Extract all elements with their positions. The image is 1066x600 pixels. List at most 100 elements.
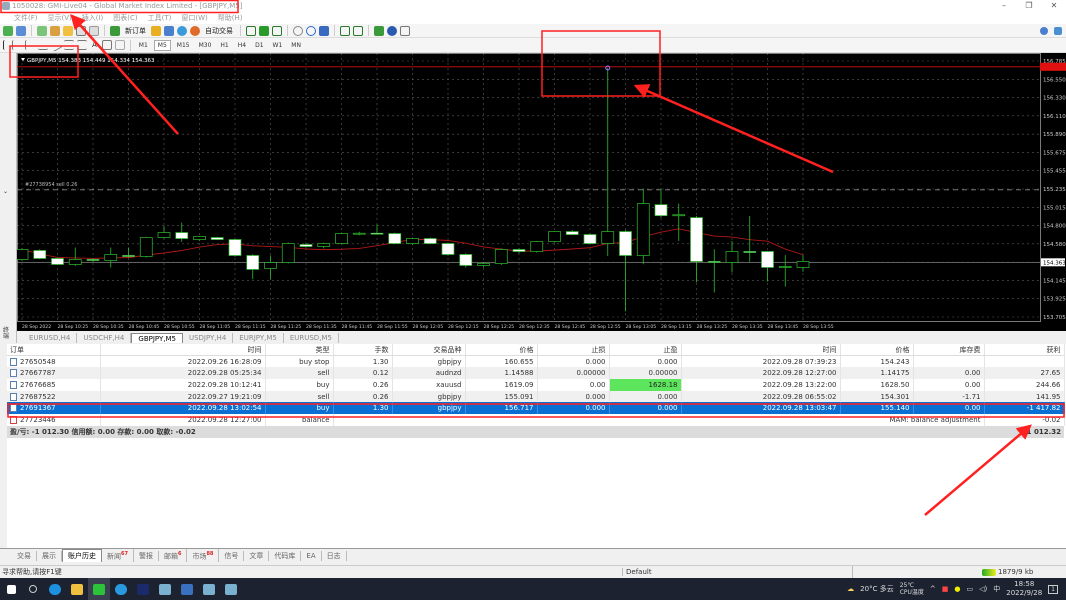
- col-lots[interactable]: 手数: [333, 344, 393, 357]
- menu-window[interactable]: 窗口(W): [181, 13, 207, 23]
- vertical-line-icon[interactable]: [25, 40, 35, 50]
- col-open-time[interactable]: 时间: [100, 344, 266, 357]
- wechat-icon[interactable]: [88, 578, 110, 600]
- signals-icon[interactable]: [177, 25, 187, 36]
- trendline-icon[interactable]: [49, 38, 63, 52]
- metaeditor-icon[interactable]: [151, 25, 161, 36]
- menu-charts[interactable]: 图表(C): [113, 13, 137, 23]
- terminal-tab-4[interactable]: 警报: [134, 550, 159, 561]
- timeframe-w1[interactable]: W1: [270, 41, 286, 50]
- tray-app-icon[interactable]: ■: [942, 585, 949, 593]
- community-icon[interactable]: [164, 25, 174, 36]
- terminal-tab-11[interactable]: 日志: [322, 550, 347, 561]
- file-explorer-icon[interactable]: [66, 578, 88, 600]
- market-watch-icon[interactable]: [37, 25, 47, 36]
- col-close-time[interactable]: 时间: [681, 344, 841, 357]
- terminal-tab-8[interactable]: 文章: [244, 550, 270, 561]
- edge-icon[interactable]: [110, 578, 132, 600]
- candlestick-icon[interactable]: [259, 25, 269, 36]
- timeframe-h4[interactable]: H4: [235, 41, 249, 50]
- cursor-icon[interactable]: [3, 40, 9, 50]
- timeframe-m30[interactable]: M30: [196, 41, 215, 50]
- table-row[interactable]: 27687522 2022.09.27 19:21:09 sell 0.26 gbpjp…: [7, 390, 1065, 403]
- col-stop-loss[interactable]: 止损: [537, 344, 610, 357]
- line-chart-icon[interactable]: [272, 25, 282, 36]
- balance-row[interactable]: 27723446 2022.09.28 12:27:00 balance MAM: b…: [7, 414, 1065, 426]
- menu-view[interactable]: 显示(V): [48, 13, 72, 23]
- table-row[interactable]: 27650548 2022.09.26 16:28:09 buy stop 1.30 g…: [7, 355, 1065, 368]
- notifications-button[interactable]: 1: [1048, 584, 1058, 594]
- terminal-tab-5[interactable]: 邮箱6: [159, 549, 188, 562]
- col-close-price[interactable]: 价格: [840, 344, 914, 357]
- start-button[interactable]: [0, 578, 22, 600]
- ie-icon[interactable]: [44, 578, 66, 600]
- col-swap[interactable]: 库存费: [913, 344, 985, 357]
- timeframe-mn[interactable]: MN: [288, 41, 304, 50]
- col-profit[interactable]: 获利: [984, 344, 1065, 357]
- fibonacci-icon[interactable]: [77, 40, 87, 50]
- navigator-expand-icon[interactable]: ⌄: [3, 188, 8, 195]
- menu-tools[interactable]: 工具(T): [148, 13, 172, 23]
- maximize-button[interactable]: ❐: [1017, 0, 1041, 12]
- chart-tab-eurjpy-m5[interactable]: EURJPY,M5: [233, 333, 284, 343]
- autoscroll-icon[interactable]: [353, 25, 363, 36]
- terminal-tab-6[interactable]: 市场88: [187, 549, 220, 562]
- indicators-icon[interactable]: [374, 25, 384, 36]
- chart-tab-usdjpy-h4[interactable]: USDJPY,H4: [183, 333, 234, 343]
- terminal-app-icon-2[interactable]: [176, 578, 198, 600]
- network-icon[interactable]: ▭: [967, 585, 974, 593]
- tray-status-icon[interactable]: ●: [954, 585, 960, 593]
- timeframe-m5[interactable]: M5: [153, 39, 171, 51]
- cpu-temp-widget[interactable]: 25℃ CPU温度: [900, 582, 924, 596]
- zoom-out-icon[interactable]: [306, 25, 316, 36]
- terminal-tab-3[interactable]: 新闻67: [102, 549, 134, 562]
- volume-icon[interactable]: ◁): [979, 585, 987, 593]
- text-tool[interactable]: A: [90, 41, 99, 49]
- timeframe-m1[interactable]: M1: [136, 41, 151, 50]
- table-row[interactable]: 27676685 2022.09.28 10:12:41 buy 0.26 xauusd…: [7, 379, 1065, 391]
- terminal-app-icon-4[interactable]: [220, 578, 242, 600]
- crosshair-icon[interactable]: [12, 40, 22, 50]
- terminal-tab-10[interactable]: EA: [301, 550, 322, 561]
- mt4-icon[interactable]: [132, 578, 154, 600]
- col-symbol[interactable]: 交易品种: [392, 344, 466, 357]
- weather-text[interactable]: 20°C 多云: [860, 584, 894, 594]
- terminal-tab-7[interactable]: 信号: [219, 550, 245, 561]
- menu-insert[interactable]: 插入(I): [82, 13, 104, 23]
- chart-tab-eurusd-m5[interactable]: EURUSD,M5: [284, 333, 339, 343]
- search-icon[interactable]: [22, 578, 44, 600]
- periods-icon[interactable]: [387, 25, 397, 36]
- terminal-app-icon-1[interactable]: [154, 578, 176, 600]
- arrows-icon[interactable]: [114, 40, 125, 50]
- terminal-tab-0[interactable]: 交易: [12, 550, 37, 561]
- data-window-icon[interactable]: [50, 25, 60, 36]
- close-button[interactable]: ✕: [1042, 0, 1066, 12]
- col-open-price[interactable]: 价格: [465, 344, 538, 357]
- terminal-tab-1[interactable]: 展示: [37, 550, 62, 561]
- terminal-app-icon-3[interactable]: [198, 578, 220, 600]
- templates-icon[interactable]: [400, 25, 410, 36]
- navigator-collapsed-panel[interactable]: ⌄ 终端: [0, 53, 17, 343]
- terminal-icon[interactable]: [76, 25, 86, 36]
- timeframe-m15[interactable]: M15: [174, 41, 193, 50]
- price-chart[interactable]: 156.785156.550156.330156.110155.890155.6…: [17, 53, 1066, 331]
- profiles-icon[interactable]: [16, 25, 26, 36]
- clock[interactable]: 18:58 2022/9/28: [1006, 580, 1042, 598]
- tray-expand-icon[interactable]: ^: [930, 585, 936, 593]
- tile-windows-icon[interactable]: [319, 25, 329, 36]
- chart-tab-gbpjpy-m5[interactable]: GBPJPY,M5: [131, 333, 183, 343]
- menu-file[interactable]: 文件(F): [14, 13, 38, 23]
- table-row[interactable]: 27667787 2022.09.28 05:25:34 sell 0.12 audnz…: [7, 367, 1065, 380]
- new-chart-icon[interactable]: [3, 25, 13, 36]
- navigator-icon[interactable]: [63, 25, 73, 36]
- col-take-profit[interactable]: 止盈: [609, 344, 682, 357]
- horizontal-line-icon[interactable]: [38, 40, 48, 50]
- chart-shift-icon[interactable]: [340, 25, 350, 36]
- channel-icon[interactable]: [64, 40, 74, 50]
- table-row[interactable]: 27691367 2022.09.28 13:02:54 buy 1.30 gbpjpy…: [7, 402, 1065, 415]
- search-icon[interactable]: [1040, 26, 1048, 35]
- col-type[interactable]: 类型: [265, 344, 334, 357]
- timeframe-h1[interactable]: H1: [217, 41, 231, 50]
- text-label-icon[interactable]: [101, 40, 112, 50]
- col-order[interactable]: 订单: [7, 344, 101, 357]
